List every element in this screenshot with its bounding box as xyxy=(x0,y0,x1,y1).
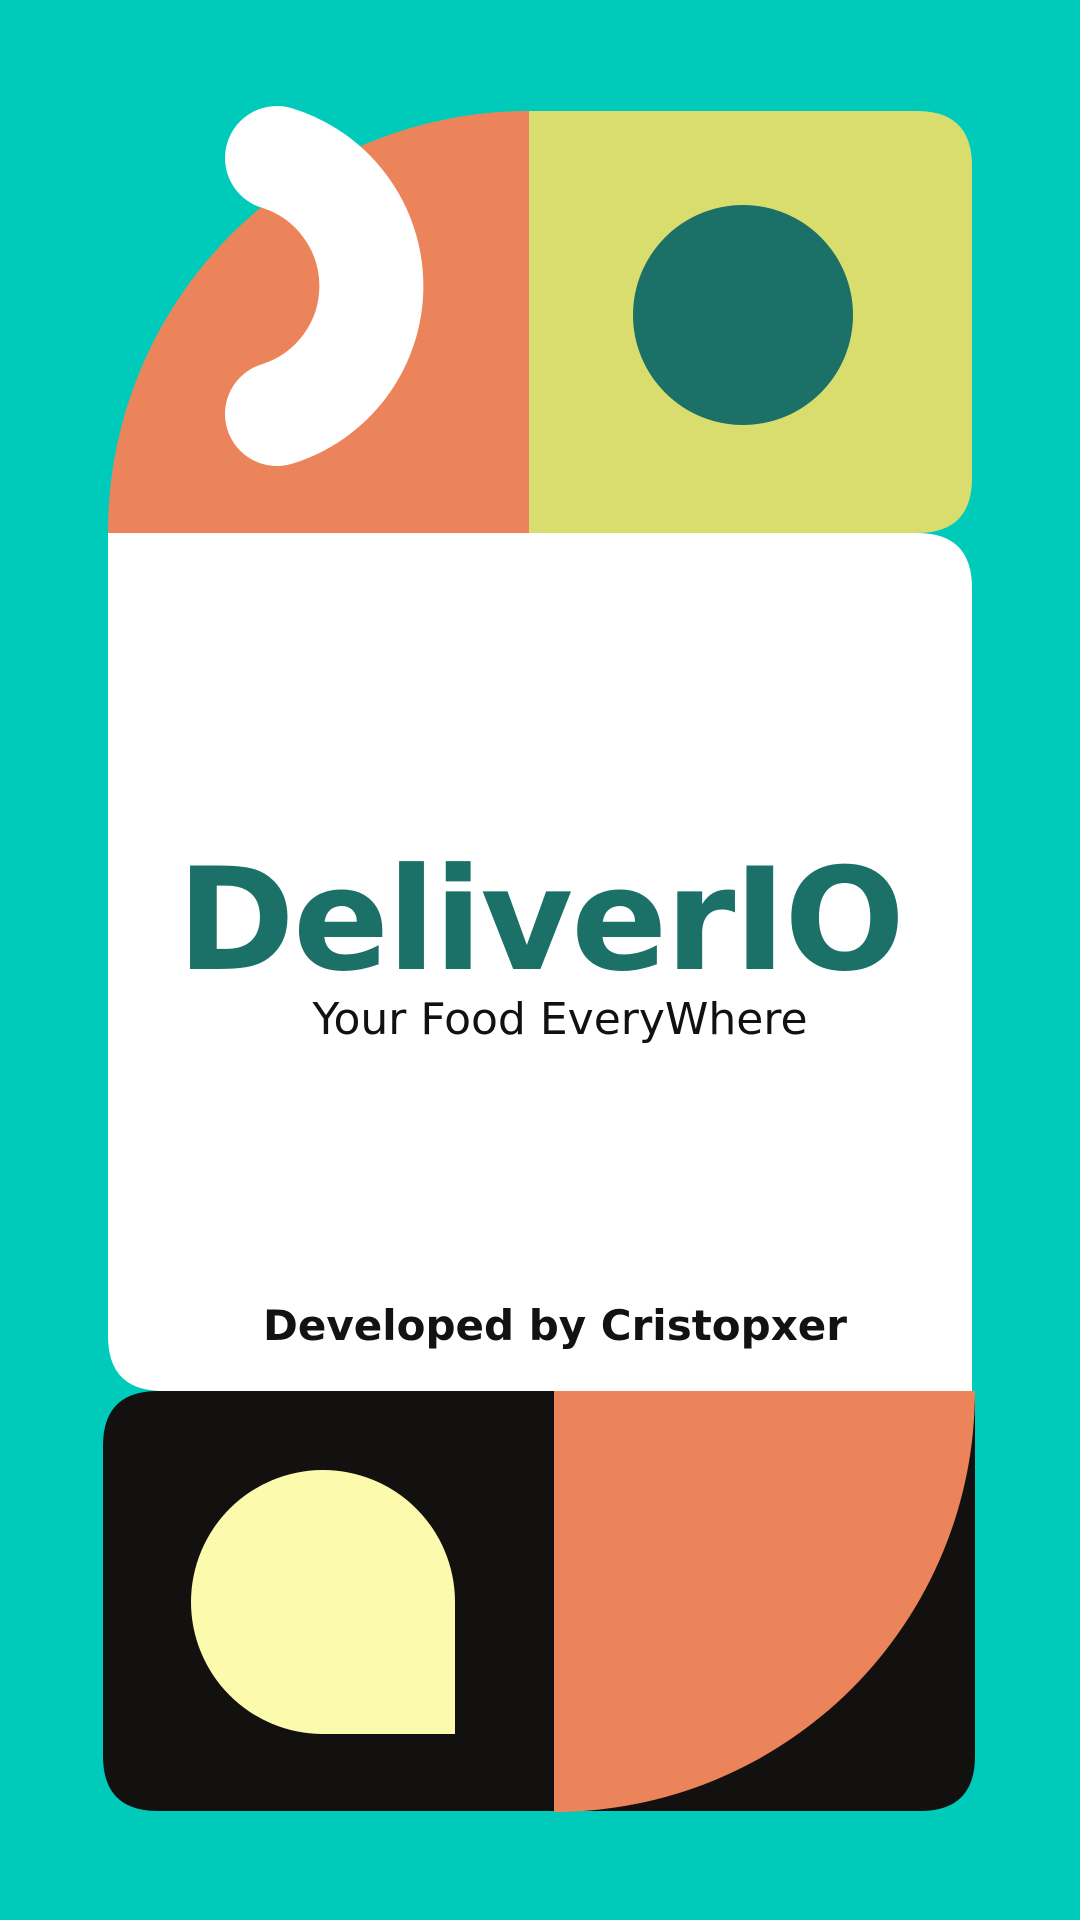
app-tagline: Your Food EveryWhere xyxy=(312,994,808,1045)
app-title: DeliverIO xyxy=(177,838,905,1003)
circle-icon xyxy=(633,205,853,425)
splash-screen: DeliverIO Your Food EveryWhere Developed… xyxy=(0,0,1080,1920)
developer-credit: Developed by Cristopxer xyxy=(263,1301,847,1350)
teardrop-icon xyxy=(191,1470,455,1734)
